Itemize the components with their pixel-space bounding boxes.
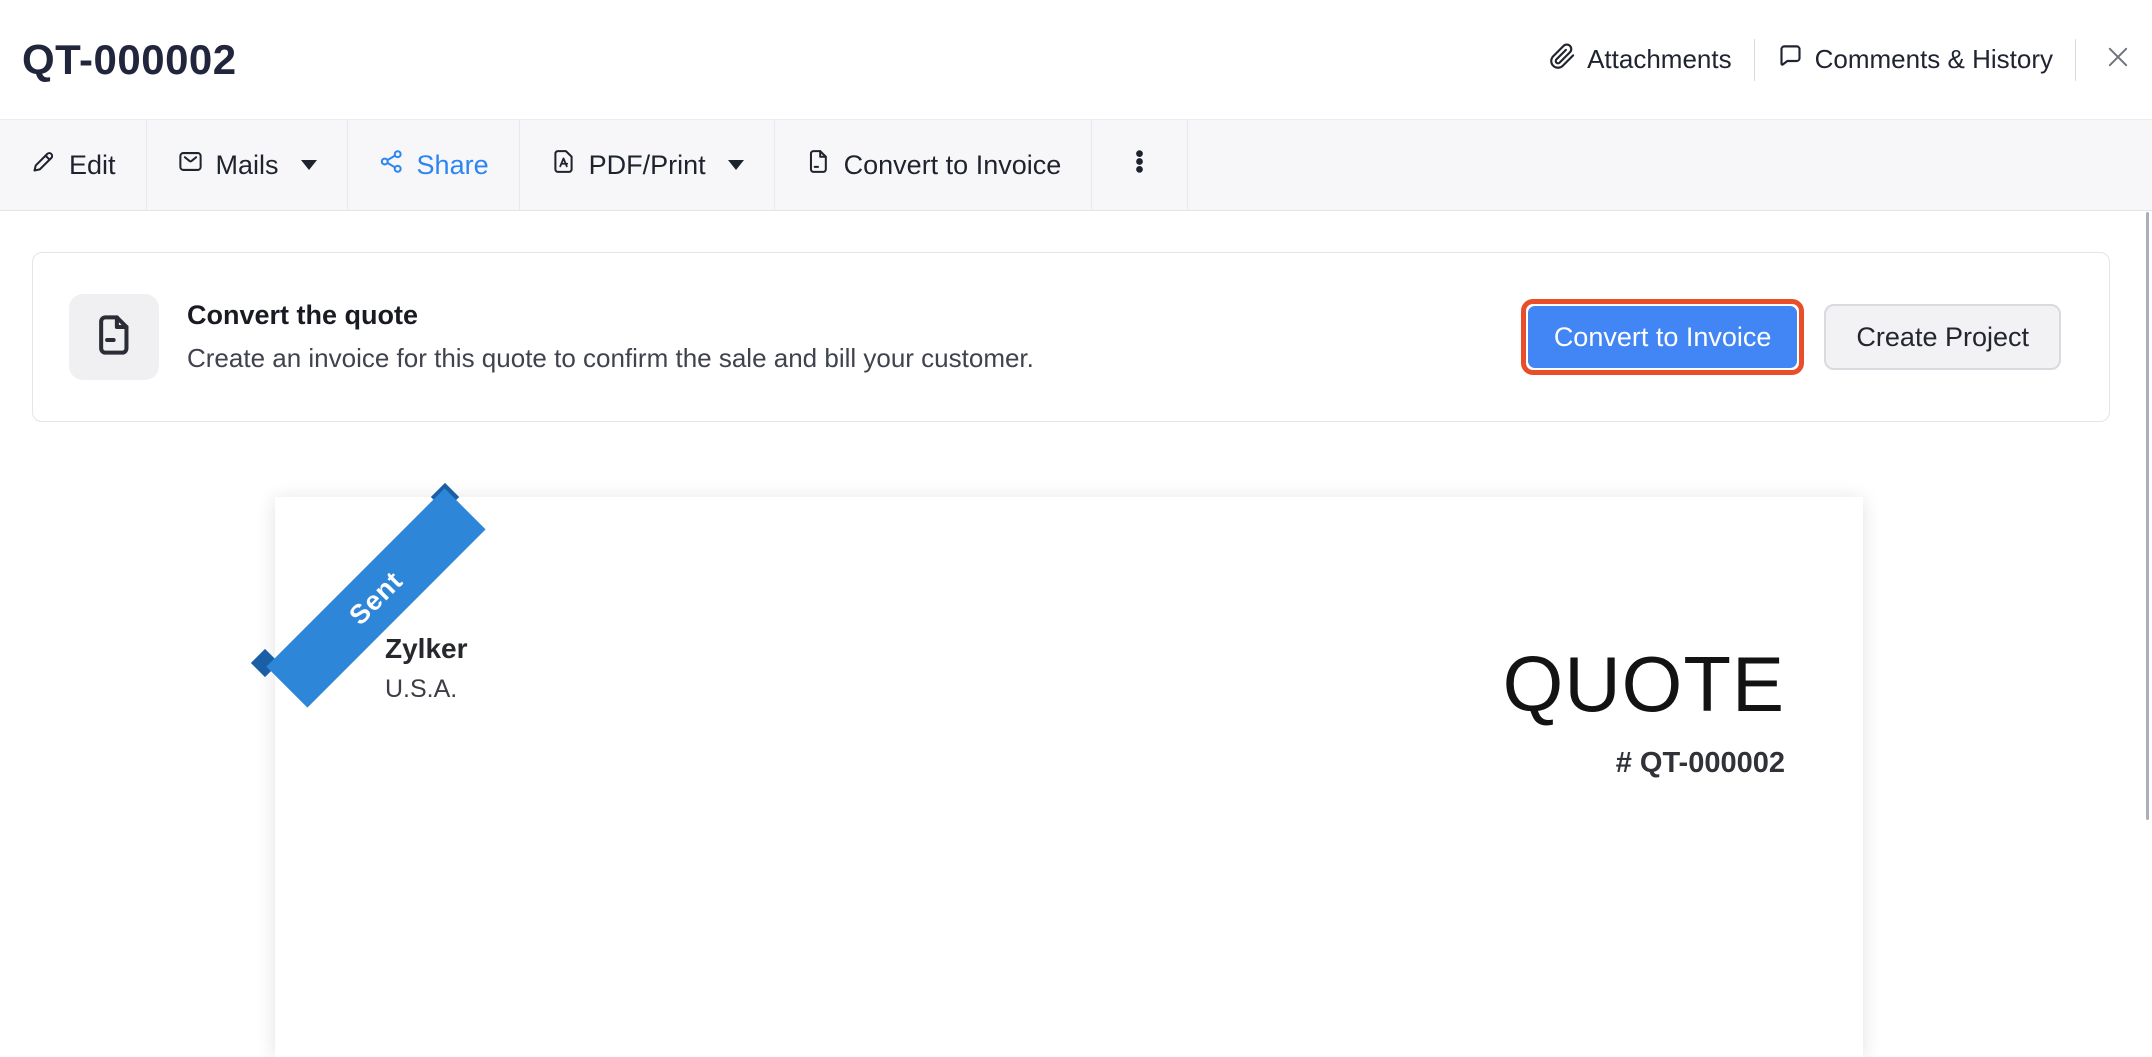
toolbar-more-options-button[interactable]: [1092, 120, 1189, 210]
close-icon: [2104, 43, 2132, 76]
toolbar-share-button[interactable]: Share: [348, 120, 520, 210]
document-type-heading: QUOTE: [1502, 640, 1785, 728]
comments-history-label: Comments & History: [1814, 44, 2053, 74]
toolbar-mails-button[interactable]: Mails: [147, 120, 348, 210]
comments-history-button[interactable]: Comments & History: [1777, 43, 2053, 77]
callout-icon-box: [69, 294, 159, 380]
attachments-button[interactable]: Attachments: [1549, 43, 1732, 77]
convert-to-invoice-button[interactable]: Convert to Invoice: [1527, 306, 1798, 368]
divider: [1753, 38, 1755, 81]
toolbar-convert-to-invoice-button[interactable]: Convert to Invoice: [775, 120, 1093, 210]
scrollbar[interactable]: [2146, 212, 2149, 820]
more-options-icon: [1126, 148, 1153, 182]
pencil-icon: [30, 148, 57, 182]
toolbar-mails-label: Mails: [215, 149, 279, 180]
comment-icon: [1777, 43, 1804, 77]
callout-title: Convert the quote: [187, 300, 419, 330]
divider: [2075, 38, 2076, 81]
company-country: U.S.A.: [385, 675, 458, 703]
callout-text: Convert the quote Create an invoice for …: [187, 300, 1034, 374]
toolbar-share-label: Share: [416, 149, 489, 180]
chevron-down-icon: [300, 160, 317, 170]
toolbar-pdf-print-label: PDF/Print: [588, 149, 706, 180]
quote-heading-block: QUOTE # QT-000002: [1503, 645, 1785, 780]
paperclip-icon: [1549, 43, 1576, 77]
create-project-button[interactable]: Create Project: [1824, 304, 2061, 370]
highlight-ring: Convert to Invoice: [1520, 299, 1805, 375]
toolbar-edit-button[interactable]: Edit: [0, 120, 147, 210]
toolbar-pdf-print-button[interactable]: PDF/Print: [520, 120, 775, 210]
toolbar-edit-label: Edit: [69, 149, 116, 180]
header-actions: Attachments Comments & History: [1549, 38, 2138, 81]
chevron-down-icon: [727, 160, 744, 170]
callout-description: Create an invoice for this quote to conf…: [187, 343, 1034, 373]
document-number: # QT-000002: [1615, 747, 1785, 779]
file-icon: [805, 148, 832, 182]
company-name: Zylker: [385, 633, 468, 664]
quote-document-preview: Sent Zylker U.S.A. QUOTE # QT-000002: [250, 482, 1863, 1057]
file-icon: [91, 312, 137, 363]
envelope-icon: [177, 148, 204, 182]
header: QT-000002 Attachments Comments & History: [0, 0, 2152, 119]
callout-buttons: Convert to Invoice Create Project: [1520, 299, 2061, 375]
toolbar-convert-to-invoice-label: Convert to Invoice: [843, 149, 1062, 180]
attachments-label: Attachments: [1587, 44, 1732, 74]
toolbar: Edit Mails Share PDF/Print Convert to In…: [0, 119, 2152, 211]
convert-quote-callout: Convert the quote Create an invoice for …: [32, 252, 2110, 422]
pdf-icon: [550, 148, 577, 182]
page-title: QT-000002: [22, 35, 237, 83]
company-block: Zylker U.S.A.: [385, 633, 468, 704]
share-icon: [378, 148, 405, 182]
close-button[interactable]: [2098, 40, 2138, 80]
